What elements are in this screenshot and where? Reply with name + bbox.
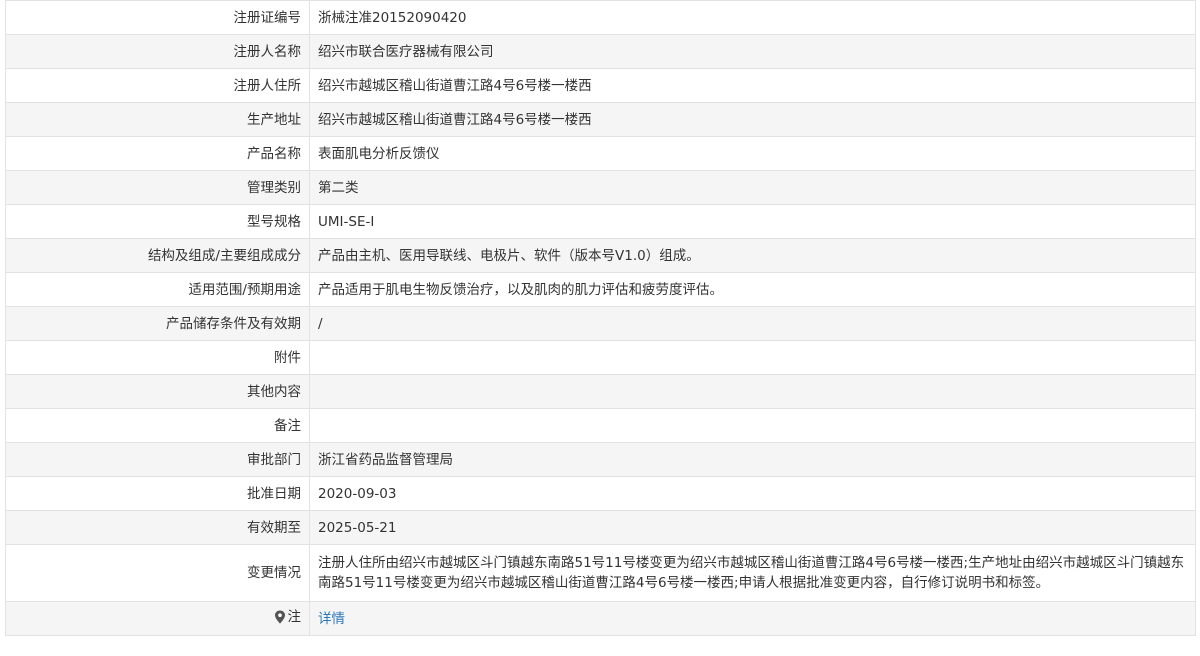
- field-label: 适用范围/预期用途: [5, 272, 310, 307]
- field-label: 注册人名称: [5, 34, 310, 69]
- field-label: 管理类别: [5, 170, 310, 205]
- field-value: 浙械注准20152090420: [309, 0, 1196, 35]
- table-row: 产品名称 表面肌电分析反馈仪: [5, 136, 1196, 171]
- field-label: 批准日期: [5, 476, 310, 511]
- field-value: 绍兴市联合医疗器械有限公司: [309, 34, 1196, 69]
- field-value: 表面肌电分析反馈仪: [309, 136, 1196, 171]
- table-row: 注册证编号 浙械注准20152090420: [5, 0, 1196, 35]
- field-value: /: [309, 306, 1196, 341]
- note-value-cell: 详情: [309, 601, 1196, 636]
- field-label: 产品储存条件及有效期: [5, 306, 310, 341]
- table-row: 审批部门 浙江省药品监督管理局: [5, 442, 1196, 477]
- field-label: 附件: [5, 340, 310, 375]
- table-row: 注册人住所 绍兴市越城区稽山街道曹江路4号6号楼一楼西: [5, 68, 1196, 103]
- table-row: 注册人名称 绍兴市联合医疗器械有限公司: [5, 34, 1196, 69]
- table-row: 适用范围/预期用途 产品适用于肌电生物反馈治疗，以及肌肉的肌力评估和疲劳度评估。: [5, 272, 1196, 307]
- details-link[interactable]: 详情: [318, 611, 345, 627]
- table-row: 结构及组成/主要组成成分 产品由主机、医用导联线、电极片、软件（版本号V1.0）…: [5, 238, 1196, 273]
- note-label-cell: 注: [5, 601, 310, 636]
- field-value: 浙江省药品监督管理局: [309, 442, 1196, 477]
- field-label: 审批部门: [5, 442, 310, 477]
- field-value: 2025-05-21: [309, 510, 1196, 545]
- table-row: 产品储存条件及有效期 /: [5, 306, 1196, 341]
- map-pin-icon: [274, 610, 285, 624]
- table-row: 型号规格 UMI-SE-Ⅰ: [5, 204, 1196, 239]
- field-value: 2020-09-03: [309, 476, 1196, 511]
- field-value: 产品由主机、医用导联线、电极片、软件（版本号V1.0）组成。: [309, 238, 1196, 273]
- table-row: 管理类别 第二类: [5, 170, 1196, 205]
- table-row: 变更情况 注册人住所由绍兴市越城区斗门镇越东南路51号11号楼变更为绍兴市越城区…: [5, 544, 1196, 602]
- table-row: 批准日期 2020-09-03: [5, 476, 1196, 511]
- field-label: 变更情况: [5, 544, 310, 602]
- field-value: 注册人住所由绍兴市越城区斗门镇越东南路51号11号楼变更为绍兴市越城区稽山街道曹…: [309, 544, 1196, 602]
- field-label: 产品名称: [5, 136, 310, 171]
- table-row: 附件: [5, 340, 1196, 375]
- field-label: 注册证编号: [5, 0, 310, 35]
- note-label: 注: [274, 607, 302, 627]
- note-label-text: 注: [287, 609, 302, 625]
- field-value: 第二类: [309, 170, 1196, 205]
- registration-detail-table: 注册证编号 浙械注准20152090420 注册人名称 绍兴市联合医疗器械有限公…: [5, 0, 1196, 636]
- detail-container: 注册证编号 浙械注准20152090420 注册人名称 绍兴市联合医疗器械有限公…: [0, 0, 1200, 636]
- field-value: [309, 374, 1196, 409]
- field-label: 备注: [5, 408, 310, 443]
- field-label: 其他内容: [5, 374, 310, 409]
- field-label: 生产地址: [5, 102, 310, 137]
- field-value: [309, 340, 1196, 375]
- field-value: 绍兴市越城区稽山街道曹江路4号6号楼一楼西: [309, 68, 1196, 103]
- field-label: 有效期至: [5, 510, 310, 545]
- table-row: 备注: [5, 408, 1196, 443]
- field-value: [309, 408, 1196, 443]
- field-value: 绍兴市越城区稽山街道曹江路4号6号楼一楼西: [309, 102, 1196, 137]
- field-label: 型号规格: [5, 204, 310, 239]
- field-label: 结构及组成/主要组成成分: [5, 238, 310, 273]
- table-row: 有效期至 2025-05-21: [5, 510, 1196, 545]
- table-row-note: 注 详情: [5, 601, 1196, 636]
- field-value: UMI-SE-Ⅰ: [309, 204, 1196, 239]
- field-value: 产品适用于肌电生物反馈治疗，以及肌肉的肌力评估和疲劳度评估。: [309, 272, 1196, 307]
- table-row: 其他内容: [5, 374, 1196, 409]
- table-row: 生产地址 绍兴市越城区稽山街道曹江路4号6号楼一楼西: [5, 102, 1196, 137]
- field-label: 注册人住所: [5, 68, 310, 103]
